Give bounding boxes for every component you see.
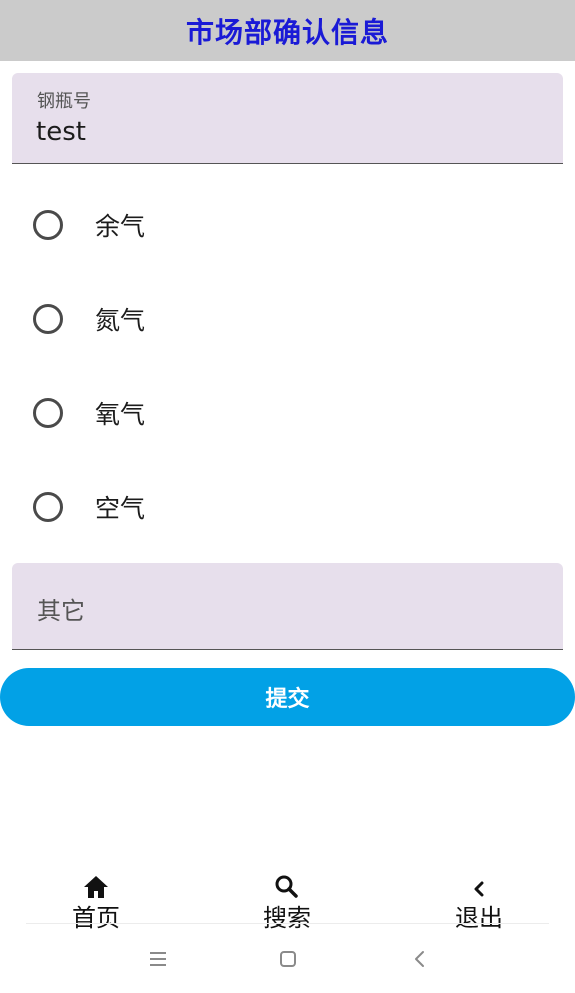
menu-icon[interactable] (143, 944, 173, 974)
radio-option-nitrogen[interactable]: 氮气 (0, 271, 575, 365)
radio-button[interactable] (33, 398, 63, 428)
home-icon (84, 876, 108, 898)
radio-button[interactable] (33, 492, 63, 522)
back-icon (474, 881, 484, 897)
radio-option-oxygen[interactable]: 氧气 (0, 365, 575, 459)
cylinder-number-input[interactable]: test (36, 117, 86, 147)
cylinder-number-label: 钢瓶号 (37, 91, 91, 112)
other-input-placeholder[interactable]: 其它 (37, 591, 85, 626)
page-title: 市场部确认信息 (185, 15, 389, 49)
other-field[interactable]: 其它 (12, 563, 563, 650)
search-icon (275, 875, 298, 898)
radio-label: 空气 (95, 494, 146, 523)
nav-item-home[interactable]: 首页 (46, 872, 146, 932)
nav-label-search: 搜索 (263, 904, 311, 932)
nav-item-search[interactable]: 搜索 (237, 872, 337, 932)
home-square-icon[interactable] (273, 944, 303, 974)
bottom-nav: 首页 搜索 退出 (0, 872, 575, 932)
radio-button[interactable] (33, 210, 63, 240)
radio-option-residual-gas[interactable]: 余气 (0, 177, 575, 271)
system-navigation-bar (0, 930, 575, 993)
submit-button-label: 提交 (265, 687, 310, 712)
nav-label-home: 首页 (72, 904, 120, 932)
radio-button[interactable] (33, 304, 63, 334)
radio-option-air[interactable]: 空气 (0, 459, 575, 553)
back-arrow-icon[interactable] (405, 944, 435, 974)
nav-label-exit: 退出 (455, 904, 503, 932)
nav-item-exit[interactable]: 退出 (429, 872, 529, 932)
title-bar: 市场部确认信息 (0, 0, 575, 61)
radio-label: 氧气 (95, 400, 146, 429)
radio-label: 氮气 (95, 306, 146, 335)
radio-label: 余气 (95, 212, 146, 241)
cylinder-number-field[interactable]: 钢瓶号 test (12, 73, 563, 164)
submit-button[interactable]: 提交 (0, 668, 575, 726)
page: 市场部确认信息 钢瓶号 test 余气 氮气 氧气 空气 其它 提交 首页 搜索… (0, 0, 575, 993)
divider (26, 923, 549, 924)
